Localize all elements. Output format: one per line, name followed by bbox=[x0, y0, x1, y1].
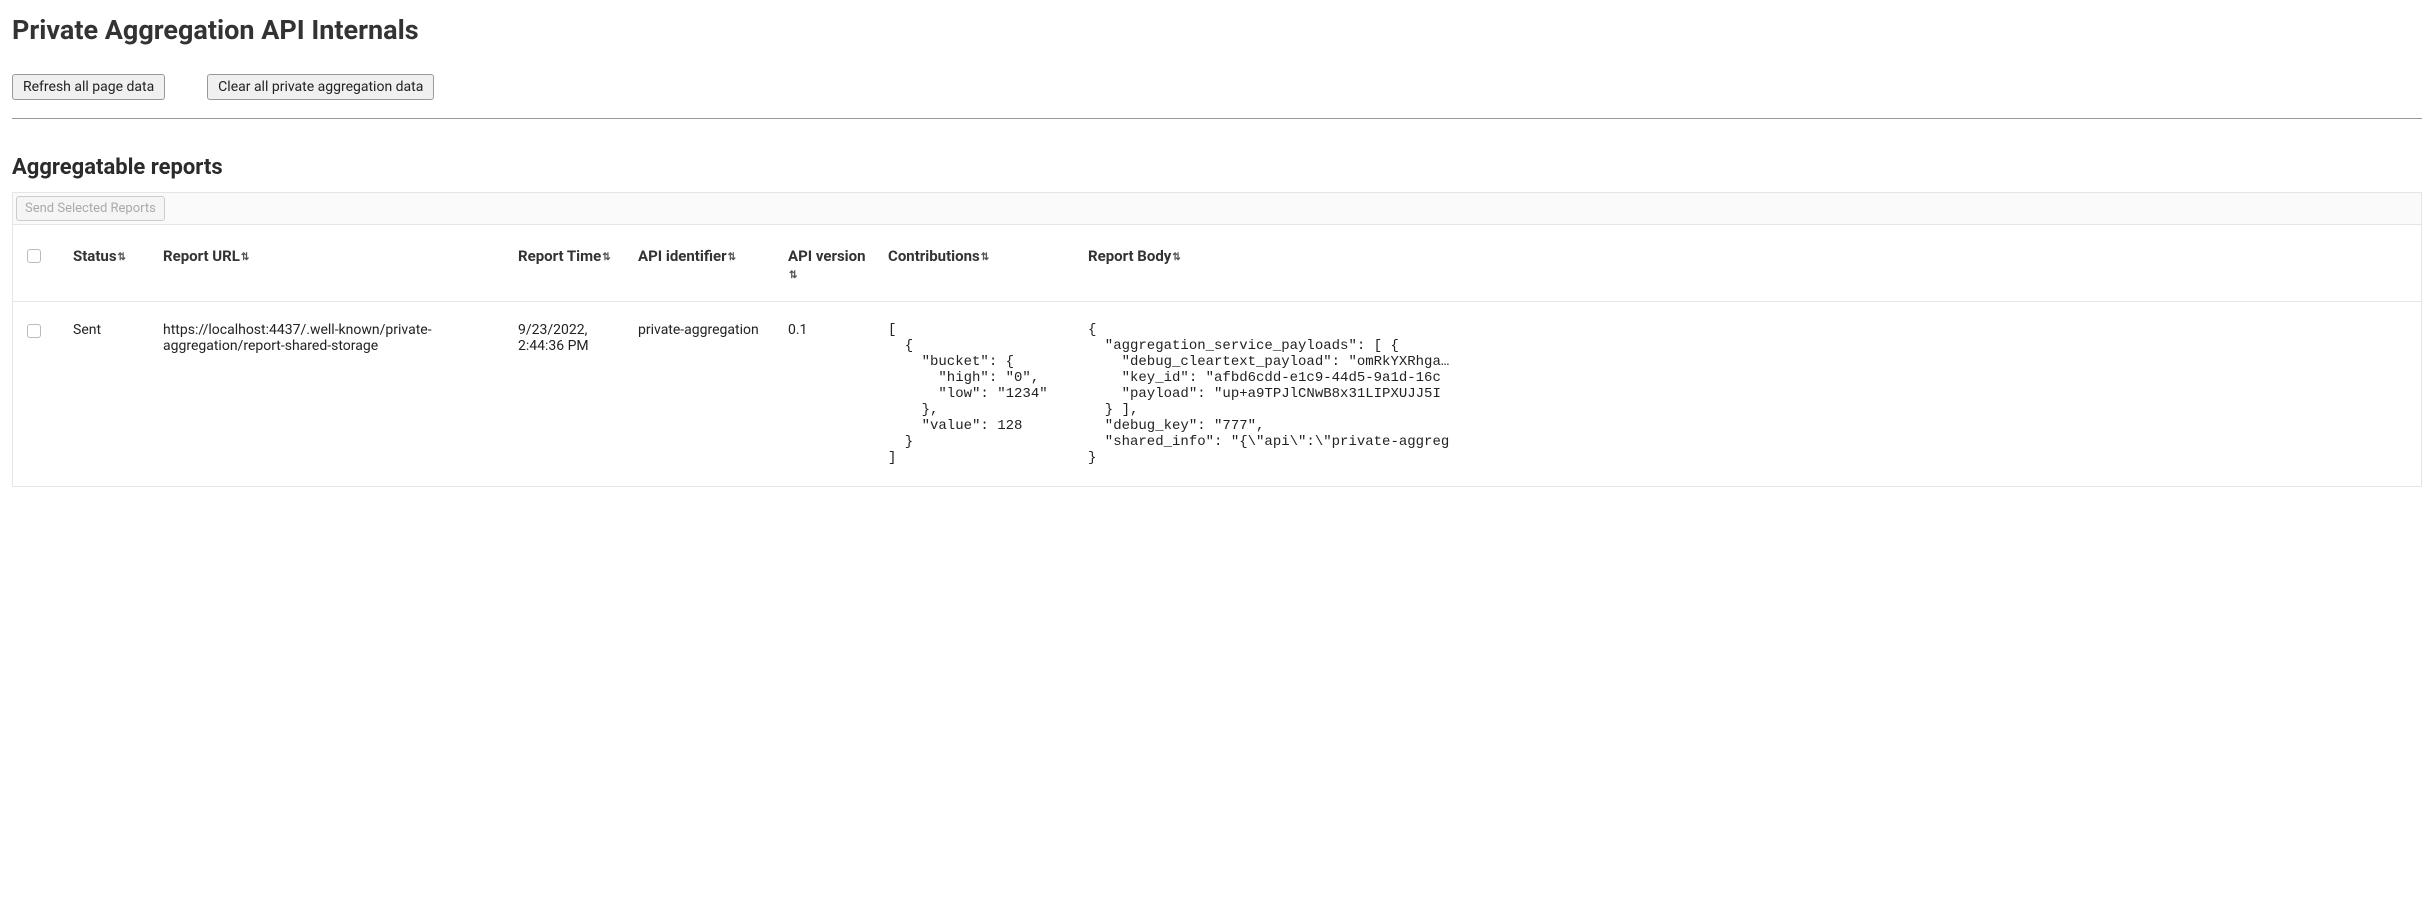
col-contributions[interactable]: Contributions⇅ bbox=[878, 225, 1078, 302]
sort-icon: ⇅ bbox=[789, 271, 797, 281]
col-api-id[interactable]: API identifier⇅ bbox=[628, 225, 778, 302]
cell-api-id: private-aggregation bbox=[628, 302, 778, 487]
col-body[interactable]: Report Body⇅ bbox=[1078, 225, 2421, 302]
send-toolbar: Send Selected Reports bbox=[12, 192, 2422, 225]
sort-icon: ⇅ bbox=[118, 253, 126, 263]
table-row: Sent https://localhost:4437/.well-known/… bbox=[13, 302, 2421, 487]
col-url[interactable]: Report URL⇅ bbox=[153, 225, 508, 302]
cell-api-version: 0.1 bbox=[778, 302, 878, 487]
cell-status: Sent bbox=[63, 302, 153, 487]
row-checkbox[interactable] bbox=[27, 324, 41, 338]
sort-icon: ⇅ bbox=[241, 253, 249, 263]
cell-time: 9/23/2022, 2:44:36 PM bbox=[508, 302, 628, 487]
sort-icon: ⇅ bbox=[981, 253, 989, 263]
clear-button[interactable]: Clear all private aggregation data bbox=[207, 74, 434, 100]
col-time[interactable]: Report Time⇅ bbox=[508, 225, 628, 302]
cell-contributions: [ { "bucket": { "high": "0", "low": "123… bbox=[878, 302, 1078, 487]
sort-icon: ⇅ bbox=[602, 253, 610, 263]
page-title: Private Aggregation API Internals bbox=[12, 14, 2422, 46]
send-selected-button[interactable]: Send Selected Reports bbox=[16, 196, 165, 221]
reports-table: Status⇅ Report URL⇅ Report Time⇅ API ide… bbox=[13, 225, 2421, 486]
refresh-button[interactable]: Refresh all page data bbox=[12, 74, 165, 100]
col-status[interactable]: Status⇅ bbox=[63, 225, 153, 302]
section-title: Aggregatable reports bbox=[12, 155, 2422, 180]
sort-icon: ⇅ bbox=[1172, 253, 1180, 263]
cell-body: { "aggregation_service_payloads": [ { "d… bbox=[1078, 302, 2421, 487]
select-all-checkbox[interactable] bbox=[27, 249, 41, 263]
cell-url: https://localhost:4437/.well-known/priva… bbox=[153, 302, 508, 487]
col-api-version[interactable]: API version⇅ bbox=[778, 225, 878, 302]
sort-icon: ⇅ bbox=[728, 253, 736, 263]
toolbar: Refresh all page data Clear all private … bbox=[12, 74, 2422, 119]
